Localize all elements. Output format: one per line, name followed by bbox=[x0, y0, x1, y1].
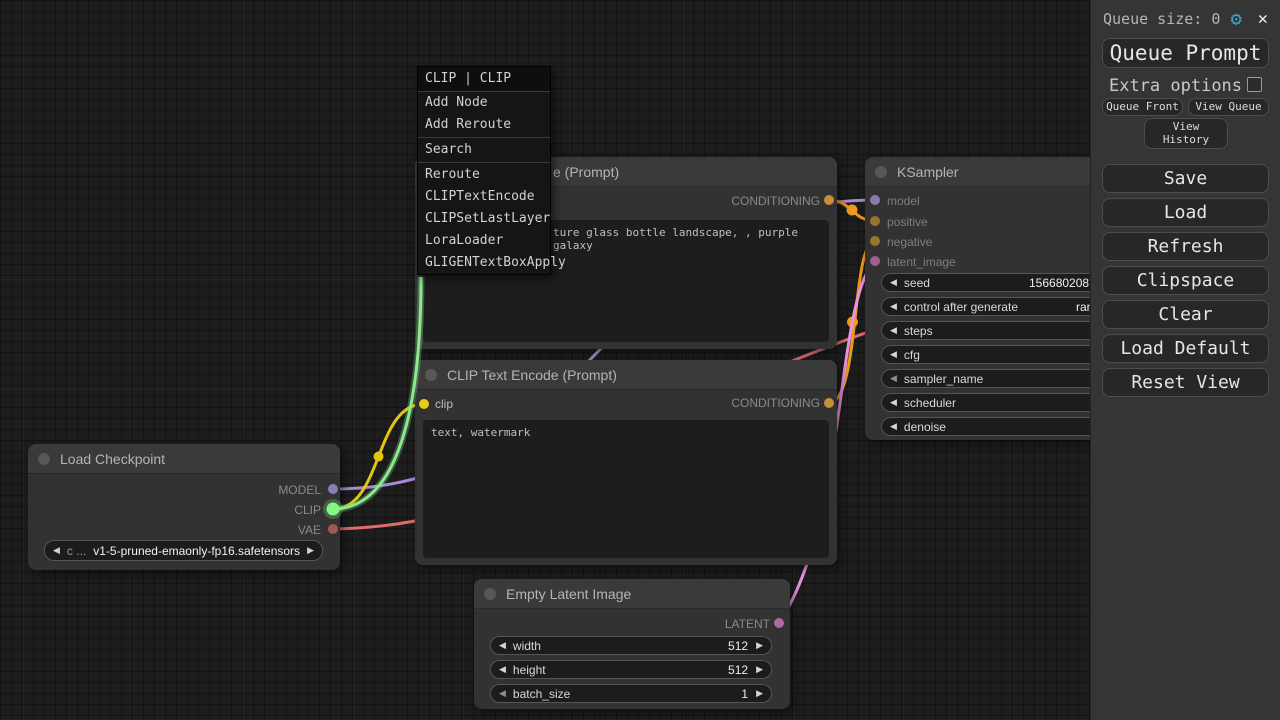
menu-item-cliptextencode[interactable]: CLIPTextEncode bbox=[418, 186, 550, 208]
slot-dot-conditioning-output-positive[interactable] bbox=[824, 195, 834, 205]
menu-item-clipsetlastlayer[interactable]: CLIPSetLastLayer bbox=[418, 208, 550, 230]
clipspace-button[interactable]: Clipspace bbox=[1102, 266, 1269, 295]
slot-dot-latent-image-input[interactable] bbox=[870, 256, 880, 266]
queue-prompt-button[interactable]: Queue Prompt bbox=[1102, 38, 1269, 68]
slot-dot-positive-input[interactable] bbox=[870, 216, 880, 226]
queue-front-button[interactable]: Queue Front bbox=[1102, 98, 1183, 116]
slot-dot-model-input[interactable] bbox=[870, 195, 880, 205]
save-button[interactable]: Save bbox=[1102, 164, 1269, 193]
slot-dot-model-output[interactable] bbox=[328, 484, 338, 494]
queue-panel: Queue size: 0 ⚙ ✕ Queue Prompt Extra opt… bbox=[1090, 0, 1280, 720]
close-icon[interactable]: ✕ bbox=[1258, 8, 1268, 30]
menu-separator bbox=[418, 137, 550, 138]
load-default-button[interactable]: Load Default bbox=[1102, 334, 1269, 363]
queue-size-label: Queue size: 0 bbox=[1103, 10, 1270, 32]
wire-drag-glow bbox=[333, 277, 421, 509]
menu-item-add-reroute[interactable]: Add Reroute bbox=[418, 114, 550, 136]
slot-dot-latent-output[interactable] bbox=[774, 618, 784, 628]
refresh-button[interactable]: Refresh bbox=[1102, 232, 1269, 261]
menu-item-loraloader[interactable]: LoraLoader bbox=[418, 230, 550, 252]
extra-options-row: Extra options bbox=[1091, 76, 1280, 94]
load-button[interactable]: Load bbox=[1102, 198, 1269, 227]
clear-button[interactable]: Clear bbox=[1102, 300, 1269, 329]
menu-item-reroute[interactable]: Reroute bbox=[418, 164, 550, 186]
wire-drag-clip bbox=[333, 277, 421, 509]
menu-item-add-node[interactable]: Add Node bbox=[418, 92, 550, 114]
extra-options-checkbox[interactable] bbox=[1247, 77, 1262, 92]
slot-dot-vae-output[interactable] bbox=[328, 524, 338, 534]
menu-separator bbox=[418, 162, 550, 163]
view-queue-button[interactable]: View Queue bbox=[1188, 98, 1269, 116]
slot-dot-clip-output[interactable] bbox=[327, 503, 340, 516]
slot-dot-conditioning-output-negative[interactable] bbox=[824, 398, 834, 408]
slot-dot-clip-input[interactable] bbox=[419, 399, 429, 409]
slot-dots-layer bbox=[0, 0, 1280, 720]
comfyui-app: e (Prompt) CONDITIONING ture glass bottl… bbox=[0, 0, 1280, 720]
slot-dot-negative-input[interactable] bbox=[870, 236, 880, 246]
settings-gear-icon[interactable]: ⚙ bbox=[1231, 8, 1242, 30]
view-history-button[interactable]: View History bbox=[1144, 118, 1228, 149]
context-menu-title: CLIP | CLIP bbox=[418, 67, 550, 92]
context-menu: CLIP | CLIP Add Node Add Reroute Search … bbox=[417, 66, 551, 275]
menu-item-search[interactable]: Search bbox=[418, 139, 550, 161]
extra-options-label: Extra options bbox=[1109, 76, 1242, 96]
reset-view-button[interactable]: Reset View bbox=[1102, 368, 1269, 397]
menu-item-gligentextboxapply[interactable]: GLIGENTextBoxApply bbox=[418, 252, 550, 274]
